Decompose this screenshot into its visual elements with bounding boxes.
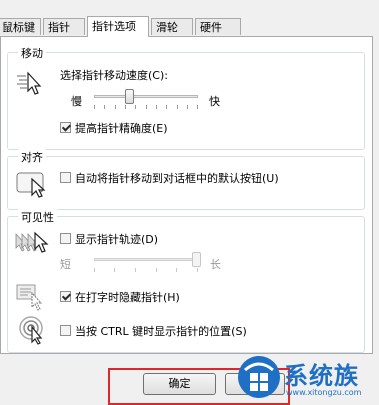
tab-strip: 鼠标键 指针 指针选项 滑轮 硬件 — [0, 16, 379, 37]
visibility-group: 可见性 显示指针轨迹(D) 短 长 在打字时隐藏指针(H) 当按 CTRL 键时… — [7, 209, 365, 353]
fast-label: 快 — [209, 95, 220, 108]
pointer-speed-icon — [17, 71, 42, 95]
watermark-logo-icon — [238, 356, 280, 398]
enhance-precision-checkbox[interactable] — [60, 122, 71, 133]
speed-slider-thumb[interactable] — [125, 89, 134, 104]
tab-wheel[interactable]: 滑轮 — [151, 18, 193, 35]
snap-to-group-title: 对齐 — [18, 149, 46, 165]
snap-to-label: 自动将指针移动到对话框中的默认按钮(U) — [75, 172, 279, 185]
watermark-brand: 系统族 — [284, 362, 359, 390]
speed-slider-ticks — [94, 105, 198, 109]
tab-pointer-options[interactable]: 指针选项 — [87, 16, 149, 37]
trails-slider-thumb[interactable] — [192, 252, 201, 267]
long-label: 长 — [210, 258, 221, 271]
watermark: 系统族 www.xitongzu.com — [236, 352, 379, 405]
speed-label: 选择指针移动速度(C): — [60, 69, 168, 82]
pointer-trails-icon — [15, 231, 49, 253]
tab-pointers[interactable]: 指针 — [43, 18, 85, 35]
snap-to-default-icon — [16, 172, 46, 198]
show-location-icon — [19, 316, 43, 345]
trails-slider-track[interactable] — [94, 258, 198, 261]
hide-while-typing-checkbox[interactable] — [60, 291, 71, 302]
tab-buttons[interactable]: 鼠标键 — [0, 18, 41, 35]
motion-group-title: 移动 — [18, 45, 46, 61]
short-label: 短 — [60, 258, 71, 271]
visibility-group-title: 可见性 — [18, 209, 57, 225]
watermark-url: www.xitongzu.com — [286, 388, 362, 397]
tab-hardware[interactable]: 硬件 — [195, 18, 241, 35]
speed-slider-track[interactable] — [94, 95, 198, 98]
motion-group: 移动 选择指针移动速度(C): 慢 快 提高指针精确度(E) — [7, 45, 365, 150]
pointer-options-panel: 移动 选择指针移动速度(C): 慢 快 提高指针精确度(E) 对齐 自动将指针移… — [0, 36, 373, 354]
show-location-ctrl-label: 当按 CTRL 键时显示指针的位置(S) — [75, 325, 247, 338]
pointer-trails-checkbox[interactable] — [60, 233, 71, 244]
snap-to-checkbox[interactable] — [60, 172, 71, 183]
hide-while-typing-label: 在打字时隐藏指针(H) — [75, 291, 180, 304]
enhance-precision-label: 提高指针精确度(E) — [75, 122, 168, 135]
hide-while-typing-icon — [16, 284, 43, 311]
trails-slider-ticks — [94, 268, 198, 272]
pointer-trails-label: 显示指针轨迹(D) — [75, 233, 159, 246]
snap-to-group: 对齐 自动将指针移动到对话框中的默认按钮(U) — [7, 149, 365, 210]
show-location-ctrl-checkbox[interactable] — [60, 325, 71, 336]
slow-label: 慢 — [71, 95, 82, 108]
